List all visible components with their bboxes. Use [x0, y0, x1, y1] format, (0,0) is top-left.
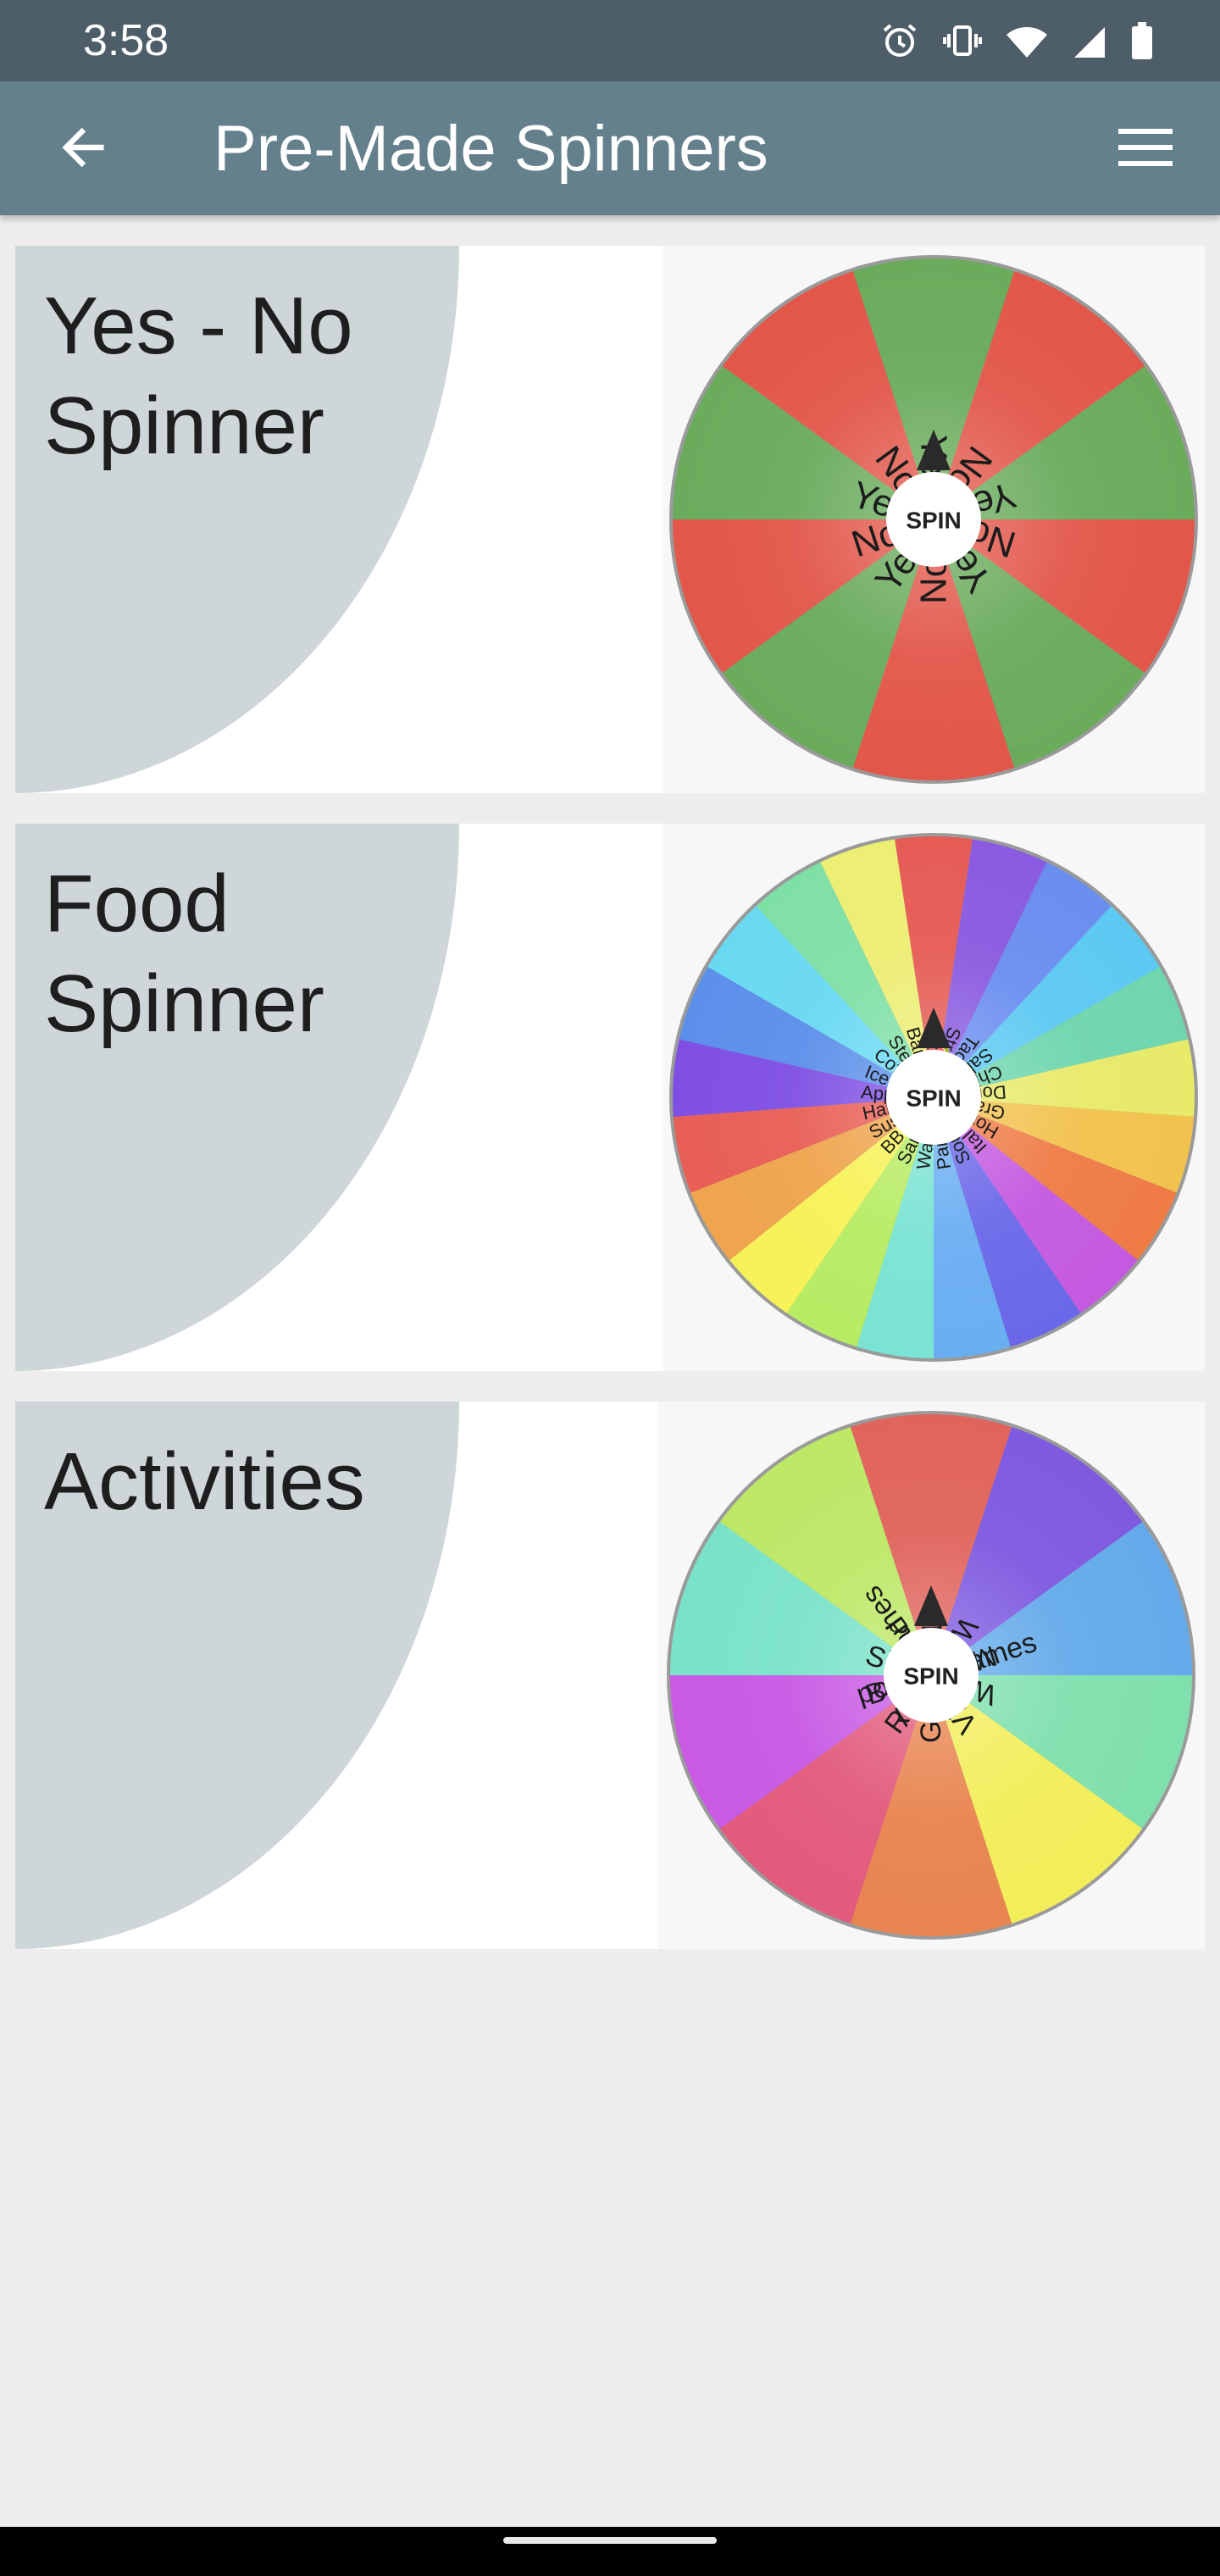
- food-wheel[interactable]: Pizza 🍕Straberries 🍓Tacos 🌮Salad 🥗Chines…: [663, 824, 1205, 1371]
- spinner-card-activities[interactable]: Activities MovieWatch TVMake FoodWorkout…: [15, 1402, 1205, 1949]
- card-title: Activities: [44, 1436, 365, 1527]
- spin-button-label: SPIN: [906, 1085, 961, 1112]
- wifi-icon: [1005, 20, 1049, 61]
- card-title: Yes - No Spinner: [44, 280, 353, 471]
- hamburger-menu-icon: [1117, 125, 1174, 174]
- wheel-panel: Pizza 🍕Straberries 🍓Tacos 🌮Salad 🥗Chines…: [663, 824, 1205, 1371]
- spinner-card-yes-no[interactable]: Yes - No Spinner YesNoYesNoYesNoYesNoYes…: [15, 246, 1205, 793]
- spin-button-label: SPIN: [903, 1663, 958, 1690]
- app-bar: Pre-Made Spinners: [0, 81, 1220, 215]
- yes-no-wheel[interactable]: YesNoYesNoYesNoYesNoYesNoSPIN: [663, 246, 1205, 793]
- card-title: Food Spinner: [44, 858, 324, 1049]
- wheel-panel: MovieWatch TVMake FoodWorkoutVideo Games…: [657, 1402, 1205, 1949]
- battery-icon: [1130, 20, 1154, 61]
- menu-button[interactable]: [1105, 115, 1186, 183]
- alarm-icon: [879, 20, 920, 61]
- status-time: 3:58: [83, 16, 169, 65]
- status-bar: 3:58: [0, 0, 1220, 81]
- status-icons: [879, 17, 1154, 64]
- spin-button-label: SPIN: [906, 508, 961, 534]
- spinner-card-food[interactable]: Food Spinner Pizza 🍕Straberries 🍓Tacos 🌮…: [15, 824, 1205, 1371]
- vibrate-icon: [942, 20, 983, 61]
- back-button[interactable]: [42, 115, 124, 183]
- signal-icon: [1071, 20, 1108, 61]
- arrow-left-icon: [56, 120, 110, 179]
- navigation-bar: [0, 2527, 1220, 2576]
- page-title: Pre-Made Spinners: [214, 113, 768, 185]
- activities-wheel[interactable]: MovieWatch TVMake FoodWorkoutVideo Games…: [657, 1402, 1205, 1949]
- wheel-panel: YesNoYesNoYesNoYesNoYesNoSPIN: [663, 246, 1205, 793]
- home-handle[interactable]: [503, 2537, 717, 2544]
